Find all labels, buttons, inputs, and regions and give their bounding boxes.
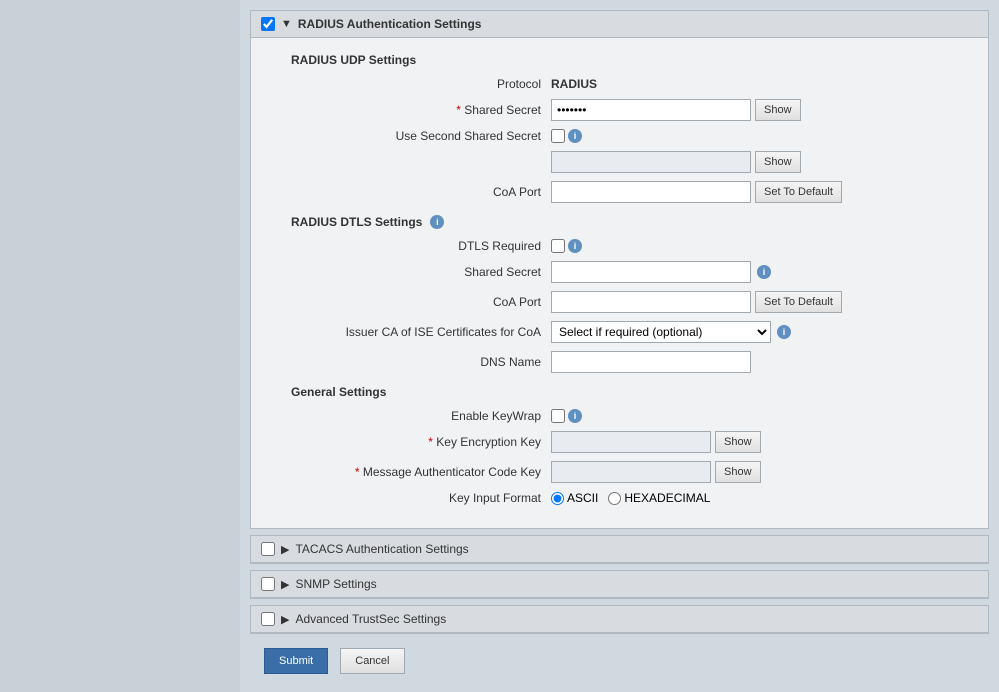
- key-encryption-group: * Key Encryption Key Show: [291, 431, 968, 453]
- hex-radio[interactable]: [608, 492, 621, 505]
- submit-button[interactable]: Submit: [264, 648, 328, 674]
- tacacs-section: ▶ TACACS Authentication Settings: [250, 535, 989, 564]
- protocol-label: Protocol: [291, 77, 551, 91]
- coa-port-label: CoA Port: [291, 185, 551, 199]
- tacacs-section-title: TACACS Authentication Settings: [295, 542, 468, 556]
- issuer-ca-group: Issuer CA of ISE Certificates for CoA Se…: [291, 321, 968, 343]
- mac-label: * Message Authenticator Code Key: [291, 465, 551, 479]
- dtls-coa-port-label: CoA Port: [291, 295, 551, 309]
- second-shared-secret-group: Show: [291, 151, 968, 173]
- general-settings-title: General Settings: [291, 385, 968, 399]
- trustsec-section-title: Advanced TrustSec Settings: [295, 612, 446, 626]
- shared-secret-label: * * Shared SecretShared Secret: [291, 103, 551, 117]
- dtls-coa-set-default-button[interactable]: Set To Default: [755, 291, 842, 313]
- mac-input[interactable]: [551, 461, 711, 483]
- mac-show-button[interactable]: Show: [715, 461, 761, 483]
- snmp-checkbox[interactable]: [261, 577, 275, 591]
- issuer-ca-label: Issuer CA of ISE Certificates for CoA: [291, 325, 551, 339]
- snmp-section-header[interactable]: ▶ SNMP Settings: [251, 571, 988, 598]
- ascii-radio[interactable]: [551, 492, 564, 505]
- coa-port-input[interactable]: 1700: [551, 181, 751, 203]
- coa-port-group: CoA Port 1700 Set To Default: [291, 181, 968, 203]
- tacacs-toggle-icon[interactable]: ▶: [281, 543, 289, 556]
- mac-group: * Message Authenticator Code Key Show: [291, 461, 968, 483]
- dns-name-input[interactable]: [551, 351, 751, 373]
- dtls-shared-secret-info-icon[interactable]: i: [757, 265, 771, 279]
- use-second-info-icon[interactable]: i: [568, 129, 582, 143]
- issuer-ca-select[interactable]: Select if required (optional): [551, 321, 771, 343]
- left-sidebar: [0, 0, 240, 692]
- cancel-button[interactable]: Cancel: [340, 648, 404, 674]
- dtls-shared-secret-label: Shared Secret: [291, 265, 551, 279]
- trustsec-section-header[interactable]: ▶ Advanced TrustSec Settings: [251, 606, 988, 633]
- trustsec-checkbox[interactable]: [261, 612, 275, 626]
- dns-name-group: DNS Name: [291, 351, 968, 373]
- snmp-toggle-icon[interactable]: ▶: [281, 578, 289, 591]
- trustsec-section: ▶ Advanced TrustSec Settings: [250, 605, 989, 634]
- dns-name-label: DNS Name: [291, 355, 551, 369]
- use-second-label: Use Second Shared Secret: [291, 129, 551, 143]
- enable-keywrap-group: Enable KeyWrap i: [291, 409, 968, 423]
- key-encryption-input[interactable]: [551, 431, 711, 453]
- keywrap-info-icon[interactable]: i: [568, 409, 582, 423]
- footer-bar: Submit Cancel: [250, 640, 989, 682]
- snmp-section-title: SNMP Settings: [295, 577, 376, 591]
- ascii-radio-label[interactable]: ASCII: [551, 491, 598, 505]
- radius-section-body: RADIUS UDP Settings Protocol RADIUS * * …: [251, 38, 988, 528]
- shared-secret-input[interactable]: [551, 99, 751, 121]
- second-shared-secret-input[interactable]: [551, 151, 751, 173]
- dtls-title-info-icon[interactable]: i: [430, 215, 444, 229]
- radius-checkbox[interactable]: [261, 17, 275, 31]
- enable-keywrap-label: Enable KeyWrap: [291, 409, 551, 423]
- key-input-format-group: Key Input Format ASCII HEXADECIMAL: [291, 491, 968, 505]
- show-secret-button[interactable]: Show: [755, 99, 801, 121]
- issuer-ca-info-icon[interactable]: i: [777, 325, 791, 339]
- coa-set-default-button[interactable]: Set To Default: [755, 181, 842, 203]
- dtls-shared-secret-group: Shared Secret radius/dtls i: [291, 261, 968, 283]
- radius-section-header[interactable]: ▼ RADIUS Authentication Settings: [251, 11, 988, 38]
- dtls-required-info-icon[interactable]: i: [568, 239, 582, 253]
- use-second-checkbox[interactable]: [551, 129, 565, 143]
- protocol-value: RADIUS: [551, 77, 597, 91]
- dtls-shared-secret-input[interactable]: radius/dtls: [551, 261, 751, 283]
- shared-secret-group: * * Shared SecretShared Secret Show: [291, 99, 968, 121]
- hex-radio-label[interactable]: HEXADECIMAL: [608, 491, 710, 505]
- key-input-radio-group: ASCII HEXADECIMAL: [551, 491, 710, 505]
- radius-section: ▼ RADIUS Authentication Settings RADIUS …: [250, 10, 989, 529]
- use-second-group: Use Second Shared Secret i: [291, 129, 968, 143]
- snmp-section: ▶ SNMP Settings: [250, 570, 989, 599]
- protocol-group: Protocol RADIUS: [291, 77, 968, 91]
- key-input-format-label: Key Input Format: [291, 491, 551, 505]
- key-show-button[interactable]: Show: [715, 431, 761, 453]
- dtls-settings-title: RADIUS DTLS Settings i: [291, 215, 968, 229]
- dtls-coa-port-input[interactable]: 2083: [551, 291, 751, 313]
- dtls-required-checkbox[interactable]: [551, 239, 565, 253]
- tacacs-checkbox[interactable]: [261, 542, 275, 556]
- radius-toggle-icon[interactable]: ▼: [281, 18, 292, 30]
- key-encryption-label: * Key Encryption Key: [291, 435, 551, 449]
- show-second-button[interactable]: Show: [755, 151, 801, 173]
- tacacs-section-header[interactable]: ▶ TACACS Authentication Settings: [251, 536, 988, 563]
- main-content: ▼ RADIUS Authentication Settings RADIUS …: [240, 0, 999, 692]
- dtls-required-label: DTLS Required: [291, 239, 551, 253]
- enable-keywrap-checkbox[interactable]: [551, 409, 565, 423]
- radius-section-title: RADIUS Authentication Settings: [298, 17, 482, 31]
- udp-settings-title: RADIUS UDP Settings: [291, 53, 968, 67]
- trustsec-toggle-icon[interactable]: ▶: [281, 613, 289, 626]
- dtls-required-group: DTLS Required i: [291, 239, 968, 253]
- dtls-coa-port-group: CoA Port 2083 Set To Default: [291, 291, 968, 313]
